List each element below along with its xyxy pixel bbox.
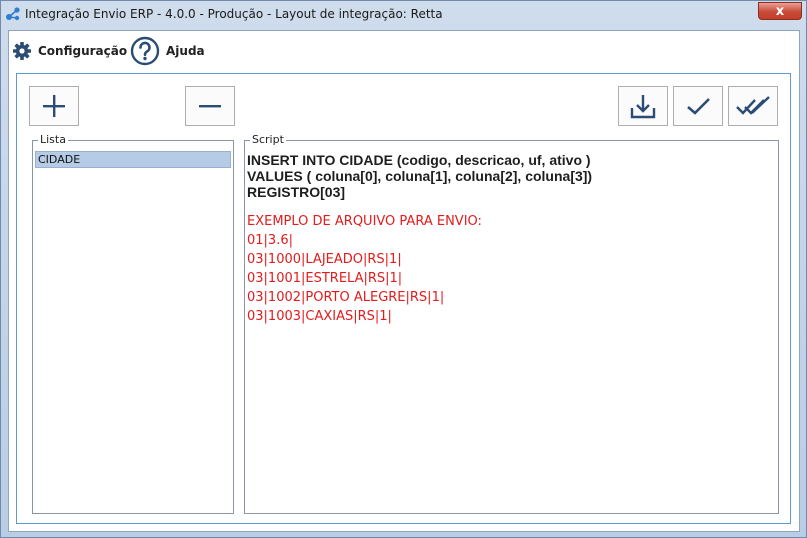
lista-group: Lista CIDADE <box>32 133 234 514</box>
sql-line: REGISTRO[03] <box>247 184 346 200</box>
gear-icon <box>13 42 31 60</box>
main-panel: Lista CIDADE Script INSERT INTO CIDADE (… <box>16 73 791 524</box>
menu-ajuda[interactable]: Ajuda <box>130 36 205 66</box>
example-line: 01|3.6| <box>247 233 293 248</box>
app-logo-icon <box>6 7 20 21</box>
double-check-icon <box>736 96 770 115</box>
script-editor[interactable]: INSERT INTO CIDADE (codigo, descricao, u… <box>247 152 776 326</box>
sql-line: VALUES ( coluna[0], coluna[1], coluna[2]… <box>247 168 593 184</box>
script-legend: Script <box>250 133 286 146</box>
confirm-button[interactable] <box>673 86 723 126</box>
window-title: Integração Envio ERP - 4.0.0 - Produção … <box>25 7 443 21</box>
lista-legend: Lista <box>38 133 68 146</box>
list-item[interactable]: CIDADE <box>35 151 231 168</box>
check-icon <box>687 98 710 115</box>
example-line: 03|1003|CAXIAS|RS|1| <box>247 309 392 324</box>
app-window: Integração Envio ERP - 4.0.0 - Produção … <box>0 0 807 538</box>
menu-configuracao[interactable]: Configuração <box>12 37 127 65</box>
example-block: EXEMPLO DE ARQUIVO PARA ENVIO: 01|3.6| 0… <box>247 212 776 326</box>
example-line: EXEMPLO DE ARQUIVO PARA ENVIO: <box>247 214 482 229</box>
menu-configuracao-label: Configuração <box>38 44 128 58</box>
download-icon <box>630 95 656 119</box>
sql-line: INSERT INTO CIDADE (codigo, descricao, u… <box>247 152 591 168</box>
example-line: 03|1002|PORTO ALEGRE|RS|1| <box>247 290 445 305</box>
example-line: 03|1000|LAJEADO|RS|1| <box>247 252 402 267</box>
close-icon: x <box>775 3 785 19</box>
script-group: Script INSERT INTO CIDADE (codigo, descr… <box>244 133 779 514</box>
close-button[interactable]: x <box>758 2 802 20</box>
client-area: Configuração Ajuda Lista CIDADE Script I… <box>8 30 800 532</box>
remove-button[interactable] <box>185 86 235 126</box>
plus-icon <box>43 95 65 117</box>
confirm-all-button[interactable] <box>728 86 778 126</box>
add-button[interactable] <box>29 86 79 126</box>
title-bar[interactable]: Integração Envio ERP - 4.0.0 - Produção … <box>1 1 806 28</box>
help-icon <box>130 36 160 66</box>
menu-ajuda-label: Ajuda <box>166 44 205 58</box>
minus-icon <box>199 105 221 108</box>
import-button[interactable] <box>618 86 668 126</box>
example-line: 03|1001|ESTRELA|RS|1| <box>247 271 403 286</box>
